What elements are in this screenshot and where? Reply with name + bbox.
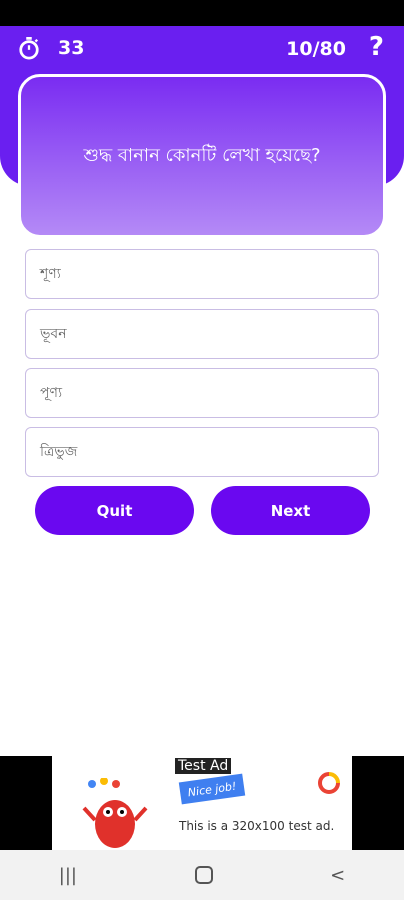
stopwatch-icon [19, 37, 39, 60]
ad-banner[interactable]: Test Ad Nice job! This is a 320x100 test… [52, 756, 352, 850]
question-card: শুদ্ধ বানান কোনটি লেখা হয়েছে? [18, 74, 386, 238]
home-icon[interactable] [194, 866, 213, 884]
question-progress: 10/80 [286, 38, 346, 60]
next-button[interactable]: Next [211, 486, 370, 535]
ad-choices-icon [318, 772, 340, 794]
back-icon[interactable]: < [330, 865, 345, 886]
ad-label: Test Ad [175, 758, 232, 774]
ad-text: This is a 320x100 test ad. [179, 819, 335, 833]
question-text: শুদ্ধ বানান কোনটি লেখা হয়েছে? [83, 144, 321, 166]
status-bar [0, 0, 404, 26]
option-4[interactable]: ত্রিভুজ [25, 427, 379, 477]
option-1[interactable]: শূণ্য [25, 249, 379, 299]
quit-button[interactable]: Quit [35, 486, 194, 535]
help-icon[interactable]: ? [369, 32, 384, 62]
timer: 33 [18, 36, 84, 60]
option-3[interactable]: পূণ্য [25, 368, 379, 418]
timer-value: 33 [58, 37, 85, 59]
ad-banner-text: Nice job! [178, 773, 246, 805]
option-2[interactable]: ভূবন [25, 309, 379, 359]
ad-mascot-image [82, 778, 148, 848]
system-navigation-bar: ||| < [0, 850, 404, 900]
recent-apps-icon[interactable]: ||| [59, 865, 77, 886]
